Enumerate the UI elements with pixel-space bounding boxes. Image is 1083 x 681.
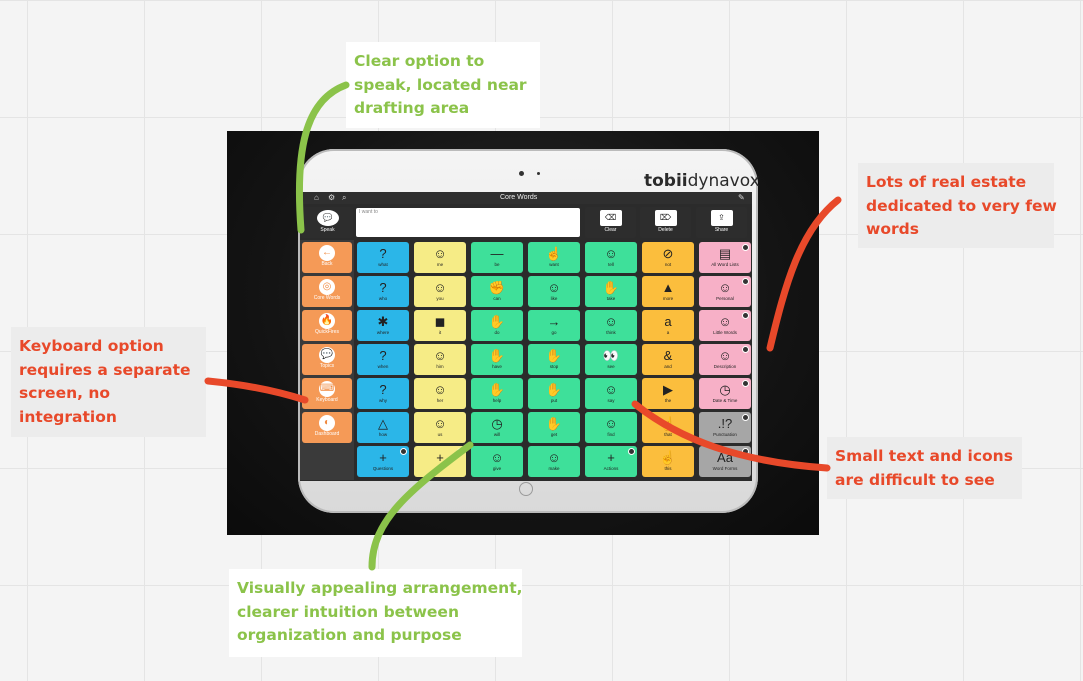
annotation-connectors <box>204 81 842 571</box>
real-estate-connector <box>766 196 842 352</box>
keyboard-connector <box>204 377 309 404</box>
visual-connector <box>368 441 474 571</box>
small-text-connector <box>631 400 831 472</box>
speak-connector <box>295 81 350 234</box>
